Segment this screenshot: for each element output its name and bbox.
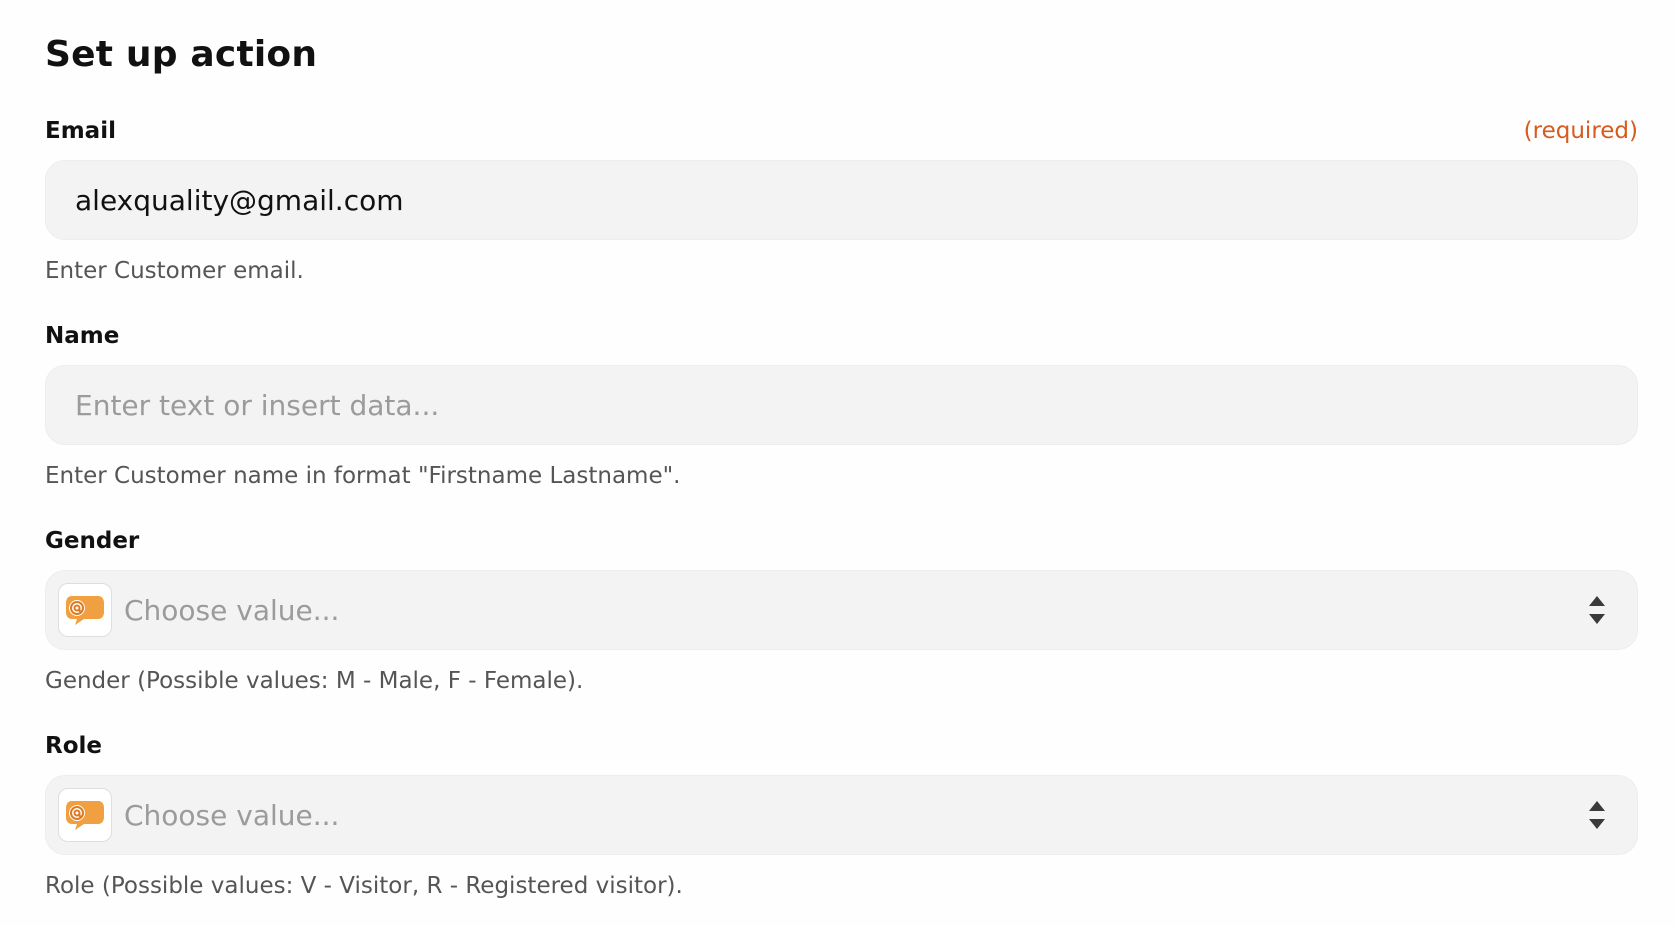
role-label-row: Role: [45, 733, 1638, 765]
sort-arrows-icon: [1589, 801, 1605, 829]
gender-label: Gender: [45, 528, 140, 554]
role-select[interactable]: Choose value...: [45, 775, 1638, 855]
setup-action-page: Set up action Email (required) alexquali…: [0, 0, 1676, 926]
name-field-group: Name Enter text or insert data... Enter …: [45, 323, 1638, 489]
role-label: Role: [45, 733, 102, 759]
gender-select-placeholder: Choose value...: [124, 593, 340, 627]
email-input[interactable]: alexquality@gmail.com: [45, 160, 1638, 240]
name-help-text: Enter Customer name in format "Firstname…: [45, 463, 681, 489]
required-indicator: (required): [1523, 118, 1638, 144]
page-title: Set up action: [45, 34, 318, 75]
gender-label-row: Gender: [45, 528, 1638, 560]
name-label-row: Name: [45, 323, 1638, 355]
app-icon-chip: [58, 788, 112, 842]
email-label: Email: [45, 118, 116, 144]
app-icon-chip: [58, 583, 112, 637]
role-help-text: Role (Possible values: V - Visitor, R - …: [45, 873, 683, 899]
name-label: Name: [45, 323, 120, 349]
gender-field-group: Gender Choose value... Gender (Possible …: [45, 528, 1638, 694]
email-field-group: Email (required) alexquality@gmail.com E…: [45, 118, 1638, 284]
email-help-text: Enter Customer email.: [45, 258, 304, 284]
name-input-placeholder: Enter text or insert data...: [75, 388, 440, 422]
gender-help-text: Gender (Possible values: M - Male, F - F…: [45, 668, 584, 694]
email-input-value: alexquality@gmail.com: [75, 183, 404, 217]
chat-bubble-at-icon: [66, 596, 104, 625]
name-input[interactable]: Enter text or insert data...: [45, 365, 1638, 445]
sort-arrows-icon: [1589, 596, 1605, 624]
role-select-placeholder: Choose value...: [124, 798, 340, 832]
role-field-group: Role Choose value... Role (Possible valu…: [45, 733, 1638, 899]
gender-select[interactable]: Choose value...: [45, 570, 1638, 650]
email-label-row: Email (required): [45, 118, 1638, 150]
chat-bubble-at-icon: [66, 801, 104, 830]
